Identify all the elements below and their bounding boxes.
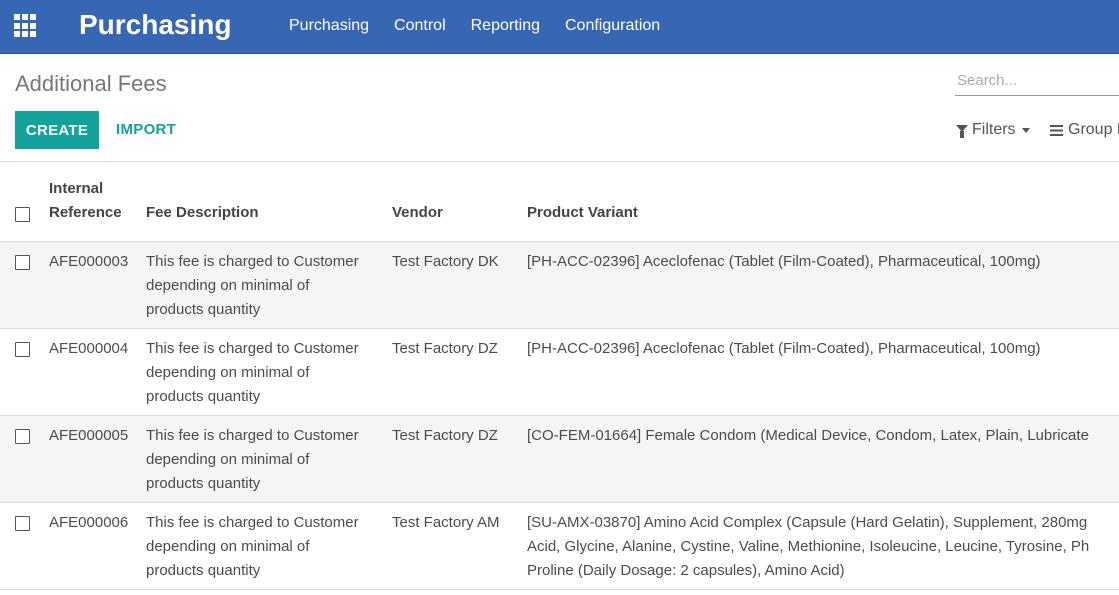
vendor-cell: Test Factory AM (392, 514, 500, 531)
product-variant-cell: [PH-ACC-02396] Aceclofenac (Tablet (Film… (527, 253, 1041, 270)
internal-reference-cell: AFE000004 (49, 340, 129, 357)
menu-item-control[interactable]: Control (394, 16, 446, 36)
search-input[interactable] (955, 66, 1119, 96)
column-vendor[interactable]: Vendor (392, 201, 443, 225)
column-fee-description[interactable]: Fee Description (146, 201, 259, 225)
select-all-checkbox[interactable] (15, 207, 30, 222)
create-button[interactable]: CREATE (15, 111, 99, 149)
apps-grid-icon[interactable] (14, 14, 38, 38)
vendor-cell: Test Factory DZ (392, 427, 498, 444)
filter-icon (956, 124, 968, 138)
table-row[interactable]: AFE000006 This fee is charged to Custome… (0, 503, 1119, 590)
top-navbar: Purchasing Purchasing Control Reporting … (0, 0, 1119, 54)
row-checkbox[interactable] (15, 429, 30, 444)
row-checkbox[interactable] (15, 342, 30, 357)
group-by-label: Group By (1068, 121, 1119, 138)
table-row[interactable]: AFE000004 This fee is charged to Custome… (0, 329, 1119, 416)
fee-description-cell: This fee is charged to Customer dependin… (146, 514, 359, 579)
product-variant-cell: [SU-AMX-03870] Amino Acid Complex (Capsu… (527, 514, 1090, 579)
app-title[interactable]: Purchasing (79, 9, 231, 41)
menu-item-configuration[interactable]: Configuration (565, 16, 660, 36)
column-product-variant[interactable]: Product Variant (527, 201, 638, 225)
fee-description-cell: This fee is charged to Customer dependin… (146, 340, 359, 405)
row-checkbox[interactable] (15, 516, 30, 531)
main-menu: Purchasing Control Reporting Configurati… (289, 16, 685, 36)
menu-item-purchasing[interactable]: Purchasing (289, 16, 369, 36)
page-title: Additional Fees (15, 71, 167, 96)
product-variant-cell: [PH-ACC-02396] Aceclofenac (Tablet (Film… (527, 340, 1041, 357)
bars-icon (1050, 124, 1063, 136)
table-header: Internal Reference Fee Description Vendo… (0, 162, 1119, 242)
fee-description-cell: This fee is charged to Customer dependin… (146, 427, 359, 492)
import-button[interactable]: IMPORT (116, 111, 176, 149)
group-by-dropdown[interactable]: Group By (1050, 120, 1119, 140)
filters-dropdown[interactable]: Filters (956, 120, 1030, 140)
filters-label: Filters (972, 121, 1016, 138)
table-row[interactable]: AFE000005 This fee is charged to Custome… (0, 416, 1119, 503)
column-internal-reference[interactable]: Internal Reference (49, 177, 122, 225)
product-variant-cell: [CO-FEM-01664] Female Condom (Medical De… (527, 427, 1089, 444)
vendor-cell: Test Factory DK (392, 253, 499, 270)
internal-reference-cell: AFE000005 (49, 427, 129, 444)
fee-description-cell: This fee is charged to Customer dependin… (146, 253, 359, 318)
internal-reference-cell: AFE000006 (49, 514, 129, 531)
caret-down-icon (1021, 127, 1030, 133)
menu-item-reporting[interactable]: Reporting (471, 16, 540, 36)
vendor-cell: Test Factory DZ (392, 340, 498, 357)
table-row[interactable]: AFE000003 This fee is charged to Custome… (0, 242, 1119, 329)
row-checkbox[interactable] (15, 255, 30, 270)
internal-reference-cell: AFE000003 (49, 253, 129, 270)
